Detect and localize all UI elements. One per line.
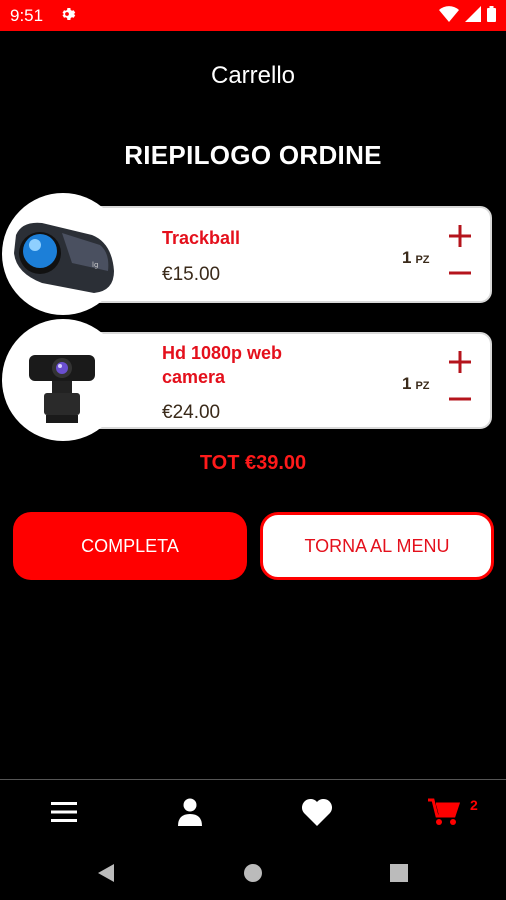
signal-icon: [465, 6, 481, 22]
cart-item: Hd 1080p web camera €24.00 1 PZ: [0, 319, 506, 449]
cart-item: lg Trackball €15.00 1 PZ: [0, 193, 506, 323]
decrease-quantity-button[interactable]: [446, 259, 474, 287]
wifi-icon: [439, 6, 459, 22]
cart-icon: [428, 798, 460, 825]
home-icon[interactable]: [241, 861, 265, 885]
cart-item-card: [88, 206, 492, 303]
back-icon[interactable]: [94, 861, 118, 885]
battery-icon: [487, 6, 496, 22]
webcam-image: [2, 319, 124, 441]
nav-favorites[interactable]: [297, 794, 337, 830]
product-name: Trackball: [162, 228, 241, 248]
back-to-menu-button[interactable]: TORNA AL MENU: [260, 512, 494, 580]
complete-order-button[interactable]: COMPLETA: [13, 512, 247, 580]
user-icon: [178, 798, 202, 826]
quantity-unit: PZ: [415, 254, 430, 266]
increase-quantity-button[interactable]: [446, 348, 474, 376]
nav-cart[interactable]: [424, 794, 464, 830]
bottom-navigation: [0, 779, 506, 845]
nav-menu[interactable]: [44, 794, 84, 830]
heart-icon: [301, 798, 333, 826]
product-price: €15.00: [162, 264, 221, 285]
trackball-mouse-image: lg: [2, 193, 124, 315]
status-bar: 9:51: [0, 0, 506, 31]
increase-quantity-button[interactable]: [446, 222, 474, 250]
order-total: TOT €39.00: [199, 452, 307, 474]
svg-text:lg: lg: [92, 261, 98, 269]
system-navigation-bar: [0, 845, 506, 900]
app-bar-title: Carrello: [210, 62, 296, 89]
quantity-value: 1: [402, 248, 412, 267]
quantity-value: 1: [402, 374, 412, 393]
cart-count-badge: 2: [470, 797, 478, 813]
quantity-unit: PZ: [415, 380, 430, 392]
nav-profile[interactable]: [170, 794, 210, 830]
product-price: €24.00: [162, 402, 221, 423]
menu-icon: [51, 802, 77, 822]
product-quantity: 1 PZ: [402, 248, 430, 268]
status-time: 9:51: [10, 6, 44, 25]
decrease-quantity-button[interactable]: [446, 385, 474, 413]
settings-icon: [62, 8, 76, 20]
recents-icon[interactable]: [387, 861, 411, 885]
page-title: RIEPILOGO ORDINE: [124, 140, 382, 170]
product-quantity: 1 PZ: [402, 374, 430, 394]
product-name: Hd 1080p web camera: [162, 343, 283, 387]
